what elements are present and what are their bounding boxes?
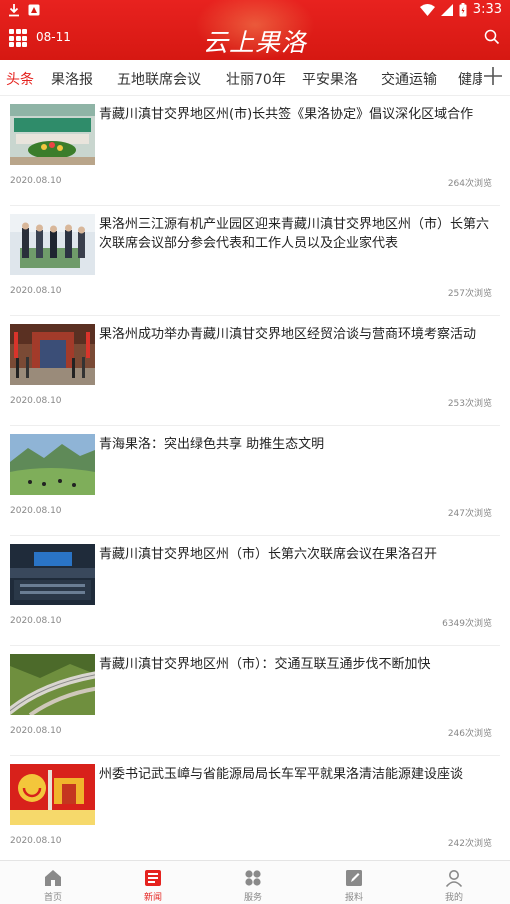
tab-transport[interactable]: 交通运输 — [381, 69, 437, 89]
news-views: 247次浏览 — [447, 509, 492, 519]
nav-report-label: 报料 — [344, 893, 363, 903]
news-date: 2020.08.10 — [10, 506, 62, 516]
news-date: 2020.08.10 — [10, 616, 62, 626]
nav-profile-label: 我的 — [444, 893, 463, 903]
tab-headlines[interactable]: 头条 — [6, 69, 34, 89]
list-item[interactable]: 果洛州三江源有机产业园区迎来青藏川滇甘交界地区州（市）长第六次联席会议部分参会代… — [10, 206, 500, 316]
list-item[interactable]: 青藏川滇甘交界地区州(市)长共签《果洛协定》倡议深化区域合作 2020.08.1… — [10, 96, 500, 206]
news-thumbnail[interactable] — [10, 104, 95, 165]
battery-icon — [459, 2, 467, 16]
nav-home-label: 首页 — [43, 893, 62, 903]
news-title[interactable]: 青藏川滇甘交界地区州（市）：交通互联互通步伐不断加快 — [99, 655, 500, 674]
news-thumbnail[interactable] — [10, 434, 95, 495]
list-item[interactable]: 青藏川滇甘交界地区州（市）长第六次联席会议在果洛召开 2020.08.10 63… — [10, 536, 500, 646]
news-date: 2020.08.10 — [10, 286, 62, 296]
nav-services-label: 服务 — [243, 893, 262, 903]
news-list: 青藏川滇甘交界地区州(市)长共签《果洛协定》倡议深化区域合作 2020.08.1… — [0, 96, 510, 866]
news-title[interactable]: 青海果洛：突出绿色共享 助推生态文明 — [99, 435, 500, 454]
news-title[interactable]: 青藏川滇甘交界地区州(市)长共签《果洛协定》倡议深化区域合作 — [99, 105, 500, 124]
news-views: 242次浏览 — [447, 839, 492, 849]
news-title[interactable]: 果洛州三江源有机产业园区迎来青藏川滇甘交界地区州（市）长第六次联席会议部分参会代… — [99, 215, 500, 253]
app-notification-icon — [28, 4, 40, 16]
list-item[interactable]: 青海果洛：突出绿色共享 助推生态文明 2020.08.10 247次浏览 — [10, 426, 500, 536]
news-views: 253次浏览 — [447, 399, 492, 409]
tab-safe-guoluo[interactable]: 平安果洛 — [302, 69, 358, 89]
list-item[interactable]: 州委书记武玉嶂与省能源局局长车军平就果洛清洁能源建设座谈 2020.08.10 … — [10, 756, 500, 866]
list-item[interactable]: 果洛州成功举办青藏川滇甘交界地区经贸洽谈与营商环境考察活动 2020.08.10… — [10, 316, 500, 426]
download-icon — [9, 4, 19, 17]
status-time: 3:33 — [472, 2, 502, 17]
news-thumbnail[interactable] — [10, 764, 95, 825]
news-views: 246次浏览 — [447, 729, 492, 739]
news-date: 2020.08.10 — [10, 176, 62, 186]
news-date: 2020.08.10 — [10, 836, 62, 846]
news-views: 257次浏览 — [447, 289, 492, 299]
news-thumbnail[interactable] — [10, 214, 95, 275]
wifi-icon — [419, 3, 435, 16]
news-thumbnail[interactable] — [10, 654, 95, 715]
bottom-navigation: 首页 新闻 服务 报料 我的 — [0, 860, 510, 904]
signal-icon — [440, 3, 453, 16]
tab-guoluo-daily[interactable]: 果洛报 — [51, 69, 93, 89]
home-icon — [45, 870, 61, 886]
search-icon[interactable] — [484, 29, 500, 45]
profile-icon — [445, 870, 463, 888]
tab-five-region-meeting[interactable]: 五地联席会议 — [117, 69, 201, 89]
report-icon — [346, 870, 362, 886]
news-views: 6349次浏览 — [442, 619, 492, 629]
nav-report[interactable]: 报料 — [304, 861, 404, 904]
services-icon — [245, 870, 261, 886]
news-thumbnail[interactable] — [10, 324, 95, 385]
news-date: 2020.08.10 — [10, 726, 62, 736]
category-tabs: 头条 果洛报 五地联席会议 壮丽70年 平安果洛 交通运输 健康 — [0, 60, 510, 96]
status-bar: 3:33 — [0, 0, 510, 22]
app-header: 3:33 08-11 云上果洛 — [0, 0, 510, 60]
nav-news[interactable]: 新闻 — [103, 861, 203, 904]
nav-news-label: 新闻 — [143, 893, 162, 903]
news-title[interactable]: 果洛州成功举办青藏川滇甘交界地区经贸洽谈与营商环境考察活动 — [99, 325, 500, 344]
news-date: 2020.08.10 — [10, 396, 62, 406]
tab-70-years[interactable]: 壮丽70年 — [226, 69, 286, 89]
list-item[interactable]: 青藏川滇甘交界地区州（市）：交通互联互通步伐不断加快 2020.08.10 24… — [10, 646, 500, 756]
news-thumbnail[interactable] — [10, 544, 95, 605]
news-icon — [145, 870, 161, 886]
news-title[interactable]: 州委书记武玉嶂与省能源局局长车军平就果洛清洁能源建设座谈 — [99, 765, 500, 784]
news-title[interactable]: 青藏川滇甘交界地区州（市）长第六次联席会议在果洛召开 — [99, 545, 500, 564]
nav-services[interactable]: 服务 — [203, 861, 303, 904]
app-title: 云上果洛 — [202, 28, 307, 57]
news-views: 264次浏览 — [447, 179, 492, 189]
add-tab-icon[interactable] — [482, 63, 504, 89]
nav-profile[interactable]: 我的 — [404, 861, 504, 904]
nav-home[interactable]: 首页 — [3, 861, 103, 904]
